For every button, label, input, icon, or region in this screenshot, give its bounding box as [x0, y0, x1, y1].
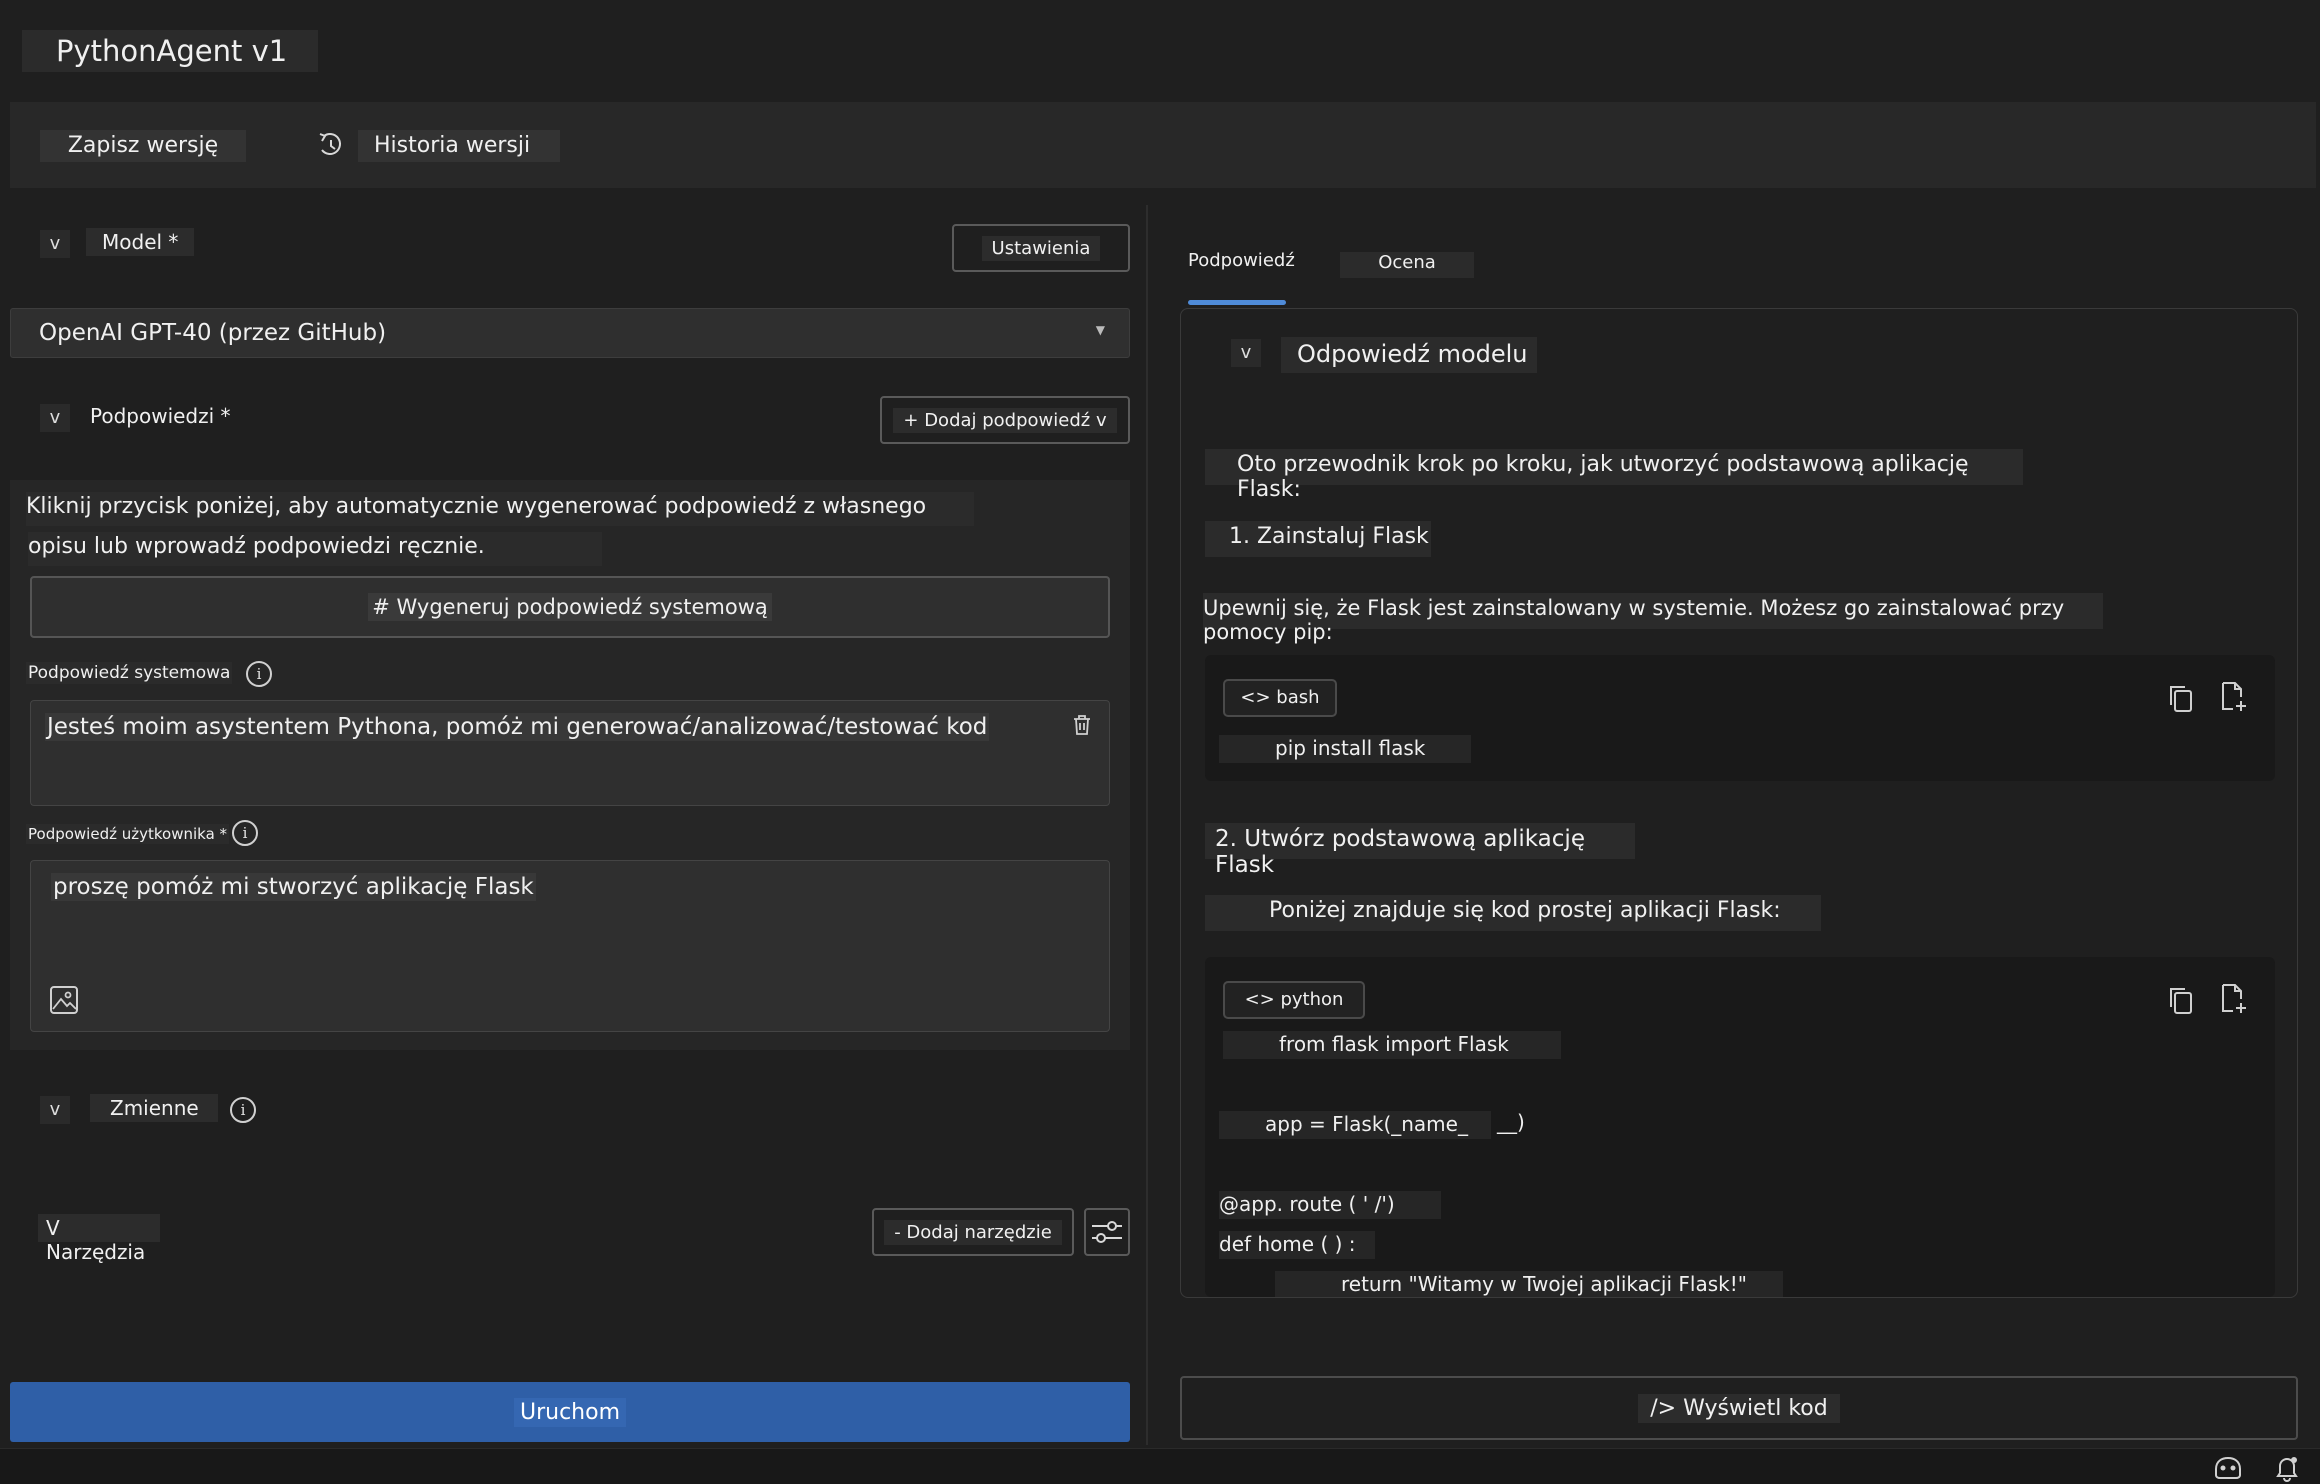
add-tool-button[interactable]: - Dodaj narzędzie: [872, 1208, 1074, 1256]
add-prompt-label: + Dodaj podpowiedź v: [893, 407, 1117, 433]
copilot-icon[interactable]: [2212, 1455, 2244, 1481]
trash-icon[interactable]: [1071, 713, 1093, 737]
toolbar: Zapisz wersję Historia wersji: [10, 102, 2316, 188]
info-icon[interactable]: i: [230, 1097, 256, 1123]
generate-system-prompt-label: # Wygeneruj podpowiedź systemową: [368, 593, 772, 621]
prompt-hint-line2: opisu lub wprowadź podpowiedzi ręcznie.: [28, 532, 602, 566]
variables-collapse-toggle[interactable]: v: [40, 1096, 70, 1124]
python-code-block: <> python from flask import Flask app = …: [1205, 957, 2275, 1297]
python-code-line: @app. route ( ' /'): [1219, 1191, 1441, 1219]
user-prompt-field[interactable]: proszę pomóż mi stworzyć aplikację Flask: [30, 860, 1110, 1032]
model-label: Model *: [86, 228, 194, 256]
save-version-button[interactable]: Zapisz wersję: [40, 130, 246, 162]
info-icon[interactable]: i: [232, 820, 258, 846]
new-file-icon[interactable]: [2219, 681, 2249, 713]
step2-text: Poniżej znajduje się kod prostej aplikac…: [1205, 895, 1821, 931]
sliders-icon: [1092, 1221, 1122, 1243]
prompts-collapse-toggle[interactable]: v: [40, 404, 70, 432]
copy-icon[interactable]: [2167, 683, 2195, 713]
bash-language-badge: <> bash: [1223, 679, 1337, 717]
response-panel: v Odpowiedź modelu Oto przewodnik krok p…: [1180, 308, 2298, 1298]
run-button[interactable]: Uruchom: [10, 1382, 1130, 1442]
system-prompt-field[interactable]: Jesteś moim asystentem Pythona, pomóż mi…: [30, 700, 1110, 806]
prompts-label: Podpowiedzi *: [90, 404, 231, 428]
python-code-line: from flask import Flask: [1223, 1031, 1561, 1059]
step2-heading: 2. Utwórz podstawową aplikację Flask: [1205, 823, 1635, 878]
app-title: PythonAgent v1: [22, 30, 318, 72]
version-history-button[interactable]: Historia wersji: [358, 130, 560, 162]
model-select[interactable]: OpenAI GPT-40 (przez GitHub) ▼: [10, 308, 1130, 358]
python-language-badge: <> python: [1223, 981, 1365, 1019]
response-intro: Oto przewodnik krok po kroku, jak utworz…: [1205, 449, 2023, 502]
python-code-line: def home ( ) :: [1219, 1231, 1375, 1259]
run-label: Uruchom: [513, 1397, 627, 1427]
panel-divider: [1146, 205, 1148, 1445]
step1-heading: 1. Zainstaluj Flask: [1205, 521, 1431, 557]
response-collapse-toggle[interactable]: v: [1231, 339, 1261, 367]
tab-evaluation[interactable]: Ocena: [1340, 252, 1474, 278]
system-prompt-label: Podpowiedź systemowa: [26, 662, 233, 684]
python-code-line: app = Flask(_name_: [1219, 1111, 1491, 1139]
active-tab-indicator: [1188, 300, 1286, 305]
image-upload-icon[interactable]: [49, 985, 79, 1015]
settings-button[interactable]: Ustawienia: [952, 224, 1130, 272]
status-bar: [0, 1448, 2320, 1484]
system-prompt-value: Jesteś moim asystentem Pythona, pomóż mi…: [45, 713, 990, 741]
view-code-button[interactable]: /> Wyświetl kod: [1180, 1376, 2298, 1440]
tab-prompt[interactable]: Podpowiedź: [1188, 250, 1295, 271]
tool-settings-button[interactable]: [1084, 1208, 1130, 1256]
copy-icon[interactable]: [2167, 985, 2195, 1015]
info-icon[interactable]: i: [246, 661, 272, 687]
new-file-icon[interactable]: [2219, 983, 2249, 1015]
tools-label[interactable]: V Narzędzia: [38, 1214, 160, 1264]
history-icon[interactable]: [316, 130, 344, 160]
python-code-line: __): [1497, 1110, 1525, 1134]
generate-system-prompt-button[interactable]: # Wygeneruj podpowiedź systemową: [30, 576, 1110, 638]
bash-code-block: <> bash pip install flask: [1205, 655, 2275, 781]
add-prompt-button[interactable]: + Dodaj podpowiedź v: [880, 396, 1130, 444]
notification-bell-icon[interactable]: [2274, 1454, 2300, 1482]
variables-label: Zmienne: [90, 1094, 218, 1122]
add-tool-label: - Dodaj narzędzie: [884, 1219, 1062, 1245]
settings-label: Ustawienia: [981, 235, 1101, 261]
view-code-label: /> Wyświetl kod: [1638, 1393, 1840, 1423]
response-title: Odpowiedź modelu: [1281, 337, 1537, 373]
user-prompt-label: Podpowiedź użytkownika *: [26, 824, 230, 844]
model-collapse-toggle[interactable]: v: [40, 230, 70, 258]
python-code-line: return "Witamy w Twojej aplikacji Flask!…: [1275, 1271, 1783, 1297]
chevron-down-icon: ▼: [1095, 323, 1105, 337]
user-prompt-value: proszę pomóż mi stworzyć aplikację Flask: [51, 873, 536, 901]
step1-text: Upewnij się, że Flask jest zainstalowany…: [1203, 593, 2103, 644]
prompt-hint-line1: Kliknij przycisk poniżej, aby automatycz…: [26, 492, 974, 526]
model-select-value: OpenAI GPT-40 (przez GitHub): [39, 320, 387, 346]
bash-code-line: pip install flask: [1219, 735, 1471, 763]
